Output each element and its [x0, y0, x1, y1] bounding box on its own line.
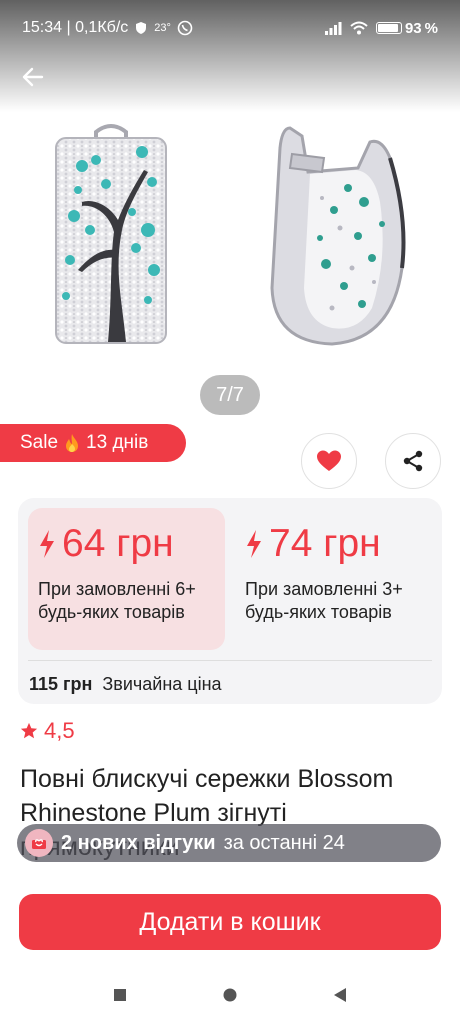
- bolt-icon: [247, 530, 261, 558]
- back-arrow-icon: [22, 67, 44, 87]
- price-card-divider: [28, 660, 432, 661]
- fire-icon: [66, 434, 79, 452]
- system-nav-bar: [0, 966, 460, 1024]
- add-to-cart-button[interactable]: Додати в кошик: [19, 894, 441, 950]
- shield-status-icon: [136, 22, 147, 34]
- sale-label: Sale: [20, 432, 59, 453]
- battery-indicator: 93%: [375, 19, 438, 37]
- battery-unit: %: [424, 19, 438, 37]
- nav-back-button[interactable]: [325, 980, 355, 1010]
- toast-text: за останні 24: [223, 831, 345, 854]
- rating-value: 4,5: [44, 718, 75, 743]
- price-tier-3plus[interactable]: 74 грн При замовленні 3+ будь-яких товар…: [235, 508, 435, 650]
- toast-highlight: 2 нових відгуки: [61, 831, 216, 854]
- battery-percent: 93: [404, 19, 422, 37]
- earring-front-image: [55, 124, 167, 344]
- sale-badge: Sale 13 днів: [0, 424, 186, 462]
- regular-price: 115 грн: [29, 674, 93, 694]
- heart-icon: [317, 450, 341, 471]
- bolt-icon: [40, 530, 54, 558]
- image-counter: 7/7: [200, 375, 260, 415]
- back-button[interactable]: [16, 60, 50, 94]
- tier-price-row: 64 грн: [38, 524, 215, 564]
- battery-fill: [377, 24, 399, 32]
- status-temperature: 23°: [154, 22, 171, 34]
- product-rating[interactable]: 4,5: [20, 718, 75, 744]
- favorite-button[interactable]: [301, 433, 357, 489]
- regular-price-label: Звичайна ціна: [102, 674, 222, 694]
- nav-recents-button[interactable]: [105, 980, 135, 1010]
- sale-days: 13 днів: [86, 432, 149, 453]
- gift-icon: [25, 829, 53, 857]
- tier-price: 64 грн: [62, 522, 174, 565]
- earring-side-image: [270, 126, 406, 346]
- square-icon: [114, 989, 126, 1001]
- tier-price-row: 74 грн: [245, 524, 425, 564]
- regular-price-row: 115 грн Звичайна ціна: [29, 674, 222, 695]
- nav-home-button[interactable]: [215, 980, 245, 1010]
- product-image-gallery[interactable]: 7/7: [0, 0, 460, 425]
- signal-icon: [324, 22, 342, 35]
- tier-description: При замовленні 6+ будь-яких товарів: [38, 579, 196, 622]
- triangle-back-icon: [333, 988, 346, 1002]
- tier-description: При замовленні 3+ будь-яких товарів: [245, 579, 403, 622]
- new-reviews-toast[interactable]: 2 нових відгуки за останні 24: [17, 824, 441, 862]
- status-bar: 15:34 | 0,1Кб/с 23° 93%: [0, 0, 460, 56]
- battery-icon: [375, 22, 402, 34]
- circle-icon: [223, 988, 237, 1002]
- wifi-icon: [350, 21, 368, 35]
- price-tier-6plus[interactable]: 64 грн При замовленні 6+ будь-яких товар…: [28, 508, 225, 650]
- price-card: 64 грн При замовленні 6+ будь-яких товар…: [18, 498, 442, 704]
- tier-price: 74 грн: [269, 522, 381, 565]
- share-button[interactable]: [385, 433, 441, 489]
- status-time: 15:34 | 0,1Кб/с: [22, 19, 129, 36]
- star-icon: [20, 722, 38, 739]
- share-icon: [403, 450, 423, 472]
- viber-icon: [177, 20, 193, 36]
